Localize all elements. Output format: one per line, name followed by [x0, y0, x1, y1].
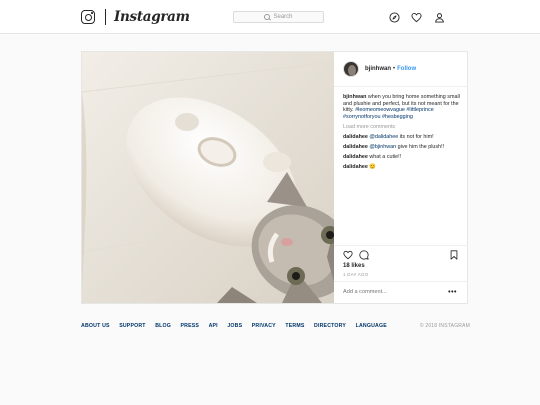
comment-username[interactable]: dalidahee	[343, 154, 368, 160]
search-placeholder[interactable]: Search	[273, 14, 292, 20]
logo-divider	[105, 9, 106, 25]
likes-count[interactable]: 18 likes	[343, 263, 365, 269]
comment-username[interactable]: dalidahee	[343, 134, 368, 140]
search-icon	[264, 14, 271, 20]
footer-link-jobs[interactable]: JOBS	[227, 323, 242, 329]
comment-text: 😊	[369, 163, 377, 170]
comment-mention[interactable]: @dalidahee	[369, 134, 398, 140]
more-options-button[interactable]: •••	[448, 289, 457, 296]
footer-links: ABOUT US SUPPORT BLOG PRESS API JOBS PRI…	[81, 323, 396, 329]
header-separator: •	[393, 66, 396, 72]
cat-photo-illustration	[82, 52, 334, 303]
profile-icon[interactable]	[434, 12, 445, 23]
instagram-camera-icon	[81, 10, 95, 24]
search-box[interactable]: Search	[233, 11, 324, 23]
post-header: bjinhwan • Follow	[334, 52, 468, 87]
comment-username[interactable]: dalidahee	[343, 144, 368, 150]
post-card: bjinhwan • Follow bjinhwan when you brin…	[81, 51, 468, 304]
footer-link-directory[interactable]: DIRECTORY	[314, 323, 346, 329]
footer-link-privacy[interactable]: PRIVACY	[252, 323, 276, 329]
comment-item: dalidahee @bjinhwan give him the plush!!	[343, 144, 463, 151]
caption-hashtags[interactable]: #leomeomeowvague #littleprince #sorrynot…	[343, 107, 434, 120]
instagram-wordmark: Instagram	[114, 9, 190, 25]
comment-text: its not for him!	[399, 133, 434, 140]
footer-link-press[interactable]: PRESS	[180, 323, 199, 329]
add-comment-row: •••	[334, 281, 468, 304]
comments-list: bjinhwan when you bring home something s…	[343, 94, 463, 174]
comment-username[interactable]: dalidahee	[343, 164, 368, 170]
post-actions: 18 likes 1 DAY AGO •••	[334, 245, 468, 303]
post-username[interactable]: bjinhwan	[365, 66, 391, 72]
comment-text: give him the plush!!	[397, 143, 445, 150]
heart-icon[interactable]	[411, 12, 422, 23]
footer-link-about[interactable]: ABOUT US	[81, 323, 110, 329]
add-comment-input[interactable]	[343, 289, 443, 295]
comment-mention[interactable]: @bjinhwan	[369, 144, 396, 150]
comment-icon[interactable]	[359, 250, 369, 260]
post-sidebar: bjinhwan • Follow bjinhwan when you brin…	[334, 52, 468, 303]
bookmark-icon[interactable]	[449, 250, 459, 260]
instagram-logo[interactable]: Instagram	[81, 8, 190, 26]
post-caption: bjinhwan when you bring home something s…	[343, 94, 463, 120]
footer-link-api[interactable]: API	[209, 323, 218, 329]
footer: ABOUT US SUPPORT BLOG PRESS API JOBS PRI…	[81, 323, 470, 331]
footer-link-terms[interactable]: TERMS	[285, 323, 304, 329]
caption-username[interactable]: bjinhwan	[343, 94, 366, 100]
comment-item: dalidahee @dalidahee its not for him!	[343, 134, 463, 141]
footer-link-support[interactable]: SUPPORT	[119, 323, 145, 329]
load-more-comments-button[interactable]: Load more comments	[343, 124, 463, 131]
compass-icon[interactable]	[389, 12, 400, 23]
top-navigation-bar: Instagram Search	[0, 0, 540, 34]
heart-outline-icon[interactable]	[343, 250, 353, 260]
comment-item: dalidahee what a cutie!!	[343, 154, 463, 161]
follow-button[interactable]: Follow	[397, 66, 416, 72]
comment-item: dalidahee 😊	[343, 164, 463, 171]
footer-link-blog[interactable]: BLOG	[155, 323, 171, 329]
comment-text: what a cutie!!	[369, 153, 402, 160]
post-photo[interactable]	[82, 52, 334, 303]
post-timestamp[interactable]: 1 DAY AGO	[343, 272, 368, 277]
avatar[interactable]	[343, 61, 359, 77]
footer-link-language[interactable]: LANGUAGE	[356, 323, 387, 329]
copyright-text: © 2018 INSTAGRAM	[419, 323, 470, 329]
